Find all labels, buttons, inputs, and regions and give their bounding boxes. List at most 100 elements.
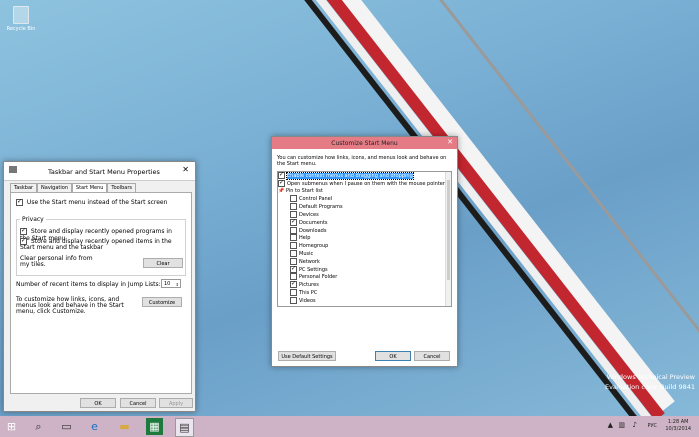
search-icon[interactable]: ⌕ — [30, 418, 47, 435]
watermark-line2: Evaluation copy. Build 9841 — [604, 383, 695, 391]
taskbar-app-icon — [9, 166, 17, 173]
list-item-checkbox[interactable] — [290, 195, 297, 203]
list-item-checkbox[interactable] — [290, 203, 297, 211]
list-item[interactable]: Videos — [278, 296, 451, 305]
tab-start-menu[interactable]: Start Menu — [71, 183, 108, 192]
use-start-menu-row[interactable]: Use the Start menu instead of the Start … — [16, 199, 167, 206]
list-item-checkbox[interactable] — [290, 234, 297, 242]
watermark-line1: Windows Technical Preview — [606, 373, 695, 381]
list-item-label: Downloads — [299, 227, 327, 234]
list-item[interactable]: Help — [278, 234, 451, 242]
clock[interactable]: 1:28 AM 10/3/2014 — [665, 419, 691, 433]
list-item-label: Network — [299, 258, 320, 265]
dialog-title: Taskbar and Start Menu Properties — [48, 168, 160, 176]
list-item-label: Help — [299, 235, 311, 242]
store-items-checkbox[interactable] — [20, 238, 27, 245]
cancel-button[interactable]: Cancel — [120, 398, 156, 408]
list-item[interactable]: Documents — [278, 218, 451, 227]
list-item[interactable]: Music — [278, 249, 451, 258]
list-item-checkbox[interactable] — [290, 257, 297, 265]
list-item[interactable]: Personal Folder — [278, 273, 451, 281]
recent-items-spinner[interactable]: 10 ⇕ — [161, 279, 181, 288]
tab-navigation[interactable]: Navigation — [37, 183, 72, 192]
apply-button[interactable]: Apply — [159, 398, 193, 408]
store-items-label: Store and display recently opened items … — [20, 238, 172, 251]
list-item-label: Videos — [299, 297, 316, 304]
list-item-checkbox[interactable] — [278, 179, 285, 187]
recycle-bin-icon — [13, 6, 29, 24]
list-item-label: Personal Folder — [299, 274, 338, 281]
list-item[interactable]: PC Settings — [278, 265, 451, 274]
list-item-checkbox[interactable] — [290, 296, 297, 304]
task-view-icon[interactable]: ▭ — [58, 418, 75, 435]
recycle-bin[interactable]: Recycle Bin — [6, 6, 36, 32]
customize-title: Customize Start Menu — [331, 140, 398, 147]
list-item[interactable]: Pictures — [278, 281, 451, 289]
list-item-label: Devices — [299, 211, 319, 218]
recycle-bin-label: Recycle Bin — [6, 26, 36, 32]
list-item[interactable]: Enable context menus and dragging and dr… — [278, 172, 451, 180]
customize-start-menu-dialog: Customize Start Menu ✕ You can customize… — [271, 136, 458, 367]
list-item[interactable]: Homegroup — [278, 242, 451, 250]
list-item-label: Music — [299, 250, 314, 257]
file-explorer-icon[interactable]: ▬ — [116, 418, 133, 435]
list-item[interactable]: 📌 Pin to Start list — [278, 188, 451, 196]
customize-button[interactable]: Customize — [142, 297, 182, 307]
list-item-checkbox[interactable] — [290, 249, 297, 257]
list-item[interactable]: Open submenus when I pause on them with … — [278, 179, 451, 188]
list-item[interactable]: Network — [278, 257, 451, 266]
network-icon[interactable]: ▥ — [618, 421, 625, 429]
list-item-label: This PC — [299, 289, 318, 296]
taskbar: ⊞ ⌕ ▭ e ▬ ▦ ▤ ▲ ▥ ♪ РУС 1:28 AM 10/3/201… — [0, 416, 699, 437]
recent-items-label: Number of recent items to display in Jum… — [16, 281, 161, 288]
list-item-checkbox[interactable] — [290, 265, 297, 273]
list-item-checkbox[interactable] — [290, 281, 297, 289]
close-icon[interactable]: ✕ — [182, 165, 189, 174]
taskbar-properties-app-icon[interactable]: ▤ — [175, 418, 194, 437]
clear-button[interactable]: Clear — [143, 258, 183, 268]
list-item[interactable]: Default Programs — [278, 203, 451, 211]
use-start-menu-label: Use the Start menu instead of the Start … — [26, 199, 168, 206]
use-start-menu-checkbox[interactable] — [16, 199, 23, 206]
list-item-checkbox[interactable] — [290, 226, 297, 234]
privacy-group: Privacy Store and display recently opene… — [16, 216, 186, 276]
clock-date: 10/3/2014 — [665, 426, 691, 432]
volume-icon[interactable]: ♪ — [633, 421, 637, 429]
use-default-settings-button[interactable]: Use Default Settings — [278, 351, 336, 361]
list-item-checkbox[interactable] — [290, 242, 297, 250]
list-scrollbar[interactable] — [445, 172, 451, 306]
list-item-checkbox[interactable] — [290, 218, 297, 226]
clock-time: 1:28 AM — [667, 419, 689, 425]
tray-up-arrow-icon[interactable]: ▲ — [608, 421, 613, 429]
customize-description: You can customize how links, icons, and … — [277, 155, 447, 167]
start-menu-options-list[interactable]: Enable context menus and dragging and dr… — [277, 171, 452, 307]
close-icon[interactable]: ✕ — [447, 138, 453, 146]
start-menu-panel: Use the Start menu instead of the Start … — [10, 192, 192, 394]
store-items-row[interactable]: Store and display recently opened items … — [20, 238, 182, 251]
list-item-checkbox[interactable] — [290, 288, 297, 296]
start-button-icon[interactable]: ⊞ — [3, 418, 20, 435]
ok-button[interactable]: OK — [80, 398, 116, 408]
internet-explorer-icon[interactable]: e — [86, 418, 103, 435]
list-item-label: Control Panel — [299, 196, 333, 203]
store-programs-checkbox[interactable] — [20, 228, 27, 235]
list-item-checkbox[interactable] — [290, 210, 297, 218]
list-item-checkbox[interactable] — [278, 172, 285, 179]
dialog-titlebar[interactable]: Taskbar and Start Menu Properties ✕ — [4, 162, 195, 181]
scrollbar-thumb[interactable] — [447, 180, 450, 280]
cancel-button[interactable]: Cancel — [414, 351, 450, 361]
spinner-arrows-icon[interactable]: ⇕ — [176, 280, 179, 289]
list-item[interactable]: Control Panel — [278, 195, 451, 203]
tab-strip: Taskbar Navigation Start Menu Toolbars — [10, 183, 136, 192]
list-item[interactable]: This PC — [278, 288, 451, 297]
store-icon[interactable]: ▦ — [146, 418, 163, 435]
list-item[interactable]: Downloads — [278, 226, 451, 235]
tab-toolbars[interactable]: Toolbars — [107, 183, 136, 192]
customize-titlebar[interactable]: Customize Start Menu ✕ — [272, 137, 457, 149]
list-item-label: Enable context menus and dragging and dr… — [286, 172, 414, 180]
language-indicator[interactable]: РУС — [647, 423, 657, 429]
ok-button[interactable]: OK — [375, 351, 411, 361]
list-item[interactable]: Devices — [278, 210, 451, 219]
list-item-label: PC Settings — [299, 266, 328, 273]
tab-taskbar[interactable]: Taskbar — [10, 183, 38, 192]
